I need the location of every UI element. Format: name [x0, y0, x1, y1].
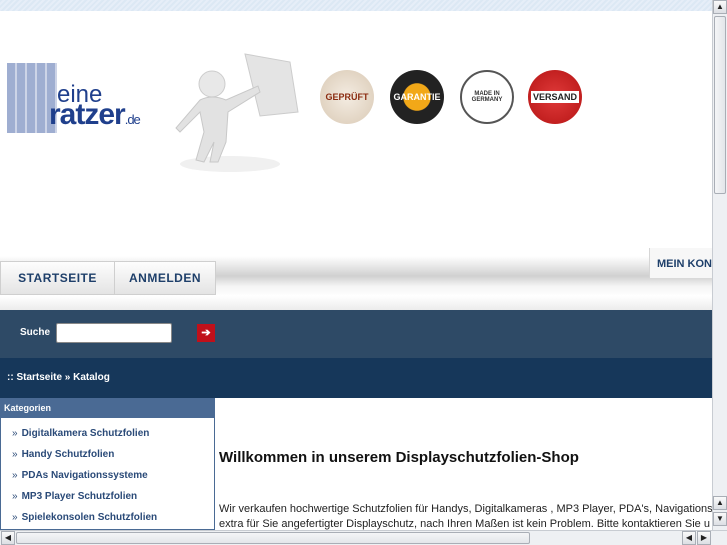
- badge-garantie: GARANTIE: [390, 70, 444, 124]
- badge-versand: VERSAND: [528, 70, 582, 124]
- tab-startseite[interactable]: STARTSEITE: [0, 261, 115, 295]
- scroll-up-button[interactable]: ▲: [713, 0, 727, 14]
- category-link[interactable]: » MP3 Player Schutzfolien: [1, 485, 214, 506]
- mascot-figure-image: [175, 53, 299, 172]
- search-label: Suche: [20, 327, 51, 338]
- categories-box: Kategorien » Digitalkamera Schutzfolien »…: [0, 398, 215, 530]
- breadcrumb: :: Startseite » Katalog: [0, 358, 712, 398]
- scroll-thumb[interactable]: [714, 16, 726, 194]
- horizontal-scroll-thumb[interactable]: [16, 532, 530, 544]
- top-band: [0, 0, 712, 11]
- double-chevron-icon: »: [12, 428, 18, 439]
- category-link[interactable]: » Spielekonsolen Schutzfolien: [1, 506, 214, 527]
- site-logo[interactable]: eine ratzer.de: [7, 63, 157, 138]
- scroll-up-button-inner[interactable]: ▲: [713, 496, 727, 510]
- badge-geprueft: GEPRÜFT: [320, 70, 374, 124]
- category-link[interactable]: » Handy Schutzfolien: [1, 443, 214, 464]
- my-account-link[interactable]: MEIN KON: [649, 248, 712, 278]
- badge-made-in-germany: MADE IN GERMANY: [460, 70, 514, 124]
- vertical-scrollbar[interactable]: ▲ ▲ ▼: [712, 0, 727, 530]
- double-chevron-icon: »: [12, 491, 18, 502]
- search-bar: Suche ➔: [0, 310, 712, 358]
- search-input[interactable]: [56, 323, 172, 343]
- scroll-left-button[interactable]: ◀: [1, 531, 15, 545]
- scroll-right-button[interactable]: ▶: [697, 531, 711, 545]
- category-link[interactable]: » Digitalkamera Schutzfolien: [1, 422, 214, 443]
- search-submit-button[interactable]: ➔: [197, 324, 215, 342]
- tab-anmelden[interactable]: ANMELDEN: [114, 261, 216, 295]
- scroll-down-button[interactable]: ▼: [713, 512, 727, 526]
- welcome-text-line: Wir verkaufen hochwertige Schutzfolien f…: [219, 503, 712, 515]
- double-chevron-icon: »: [12, 449, 18, 460]
- logo-text-2: ratzer.de: [49, 98, 141, 131]
- double-chevron-icon: »: [12, 512, 18, 523]
- welcome-text: Wir verkaufen hochwertige Schutzfolien f…: [219, 502, 712, 532]
- category-link[interactable]: » PDAs Navigationssysteme: [1, 464, 214, 485]
- welcome-heading: Willkommen in unserem Displayschutzfolie…: [219, 449, 579, 466]
- horizontal-scrollbar[interactable]: ◀ ◀ ▶: [0, 530, 727, 545]
- scroll-left-button-right[interactable]: ◀: [682, 531, 696, 545]
- categories-title: Kategorien: [1, 398, 214, 418]
- double-chevron-icon: »: [12, 470, 18, 481]
- arrow-right-icon: ➔: [201, 327, 211, 339]
